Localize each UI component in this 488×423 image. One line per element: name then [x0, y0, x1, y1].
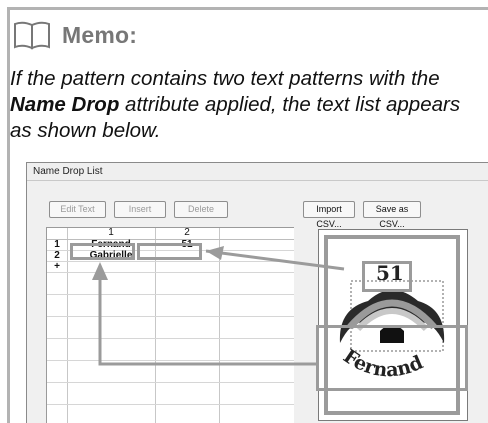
column-header-2[interactable]: 2	[155, 227, 219, 238]
add-row-marker[interactable]: +	[47, 261, 67, 272]
window-title: Name Drop List	[27, 163, 488, 181]
highlight-box-preview-name	[316, 325, 468, 391]
insert-button[interactable]: Insert	[114, 201, 166, 218]
memo-text-before: If the pattern contains two text pattern…	[10, 67, 440, 90]
memo-text-bold: Name Drop	[10, 93, 120, 116]
memo-header: Memo:	[12, 18, 137, 52]
open-book-icon	[14, 21, 50, 50]
save-as-csv-button[interactable]: Save as CSV...	[363, 201, 421, 229]
row-number[interactable]: 2	[47, 250, 67, 261]
edit-text-button[interactable]: Edit Text	[49, 201, 106, 218]
column-header-1[interactable]: 1	[67, 227, 155, 238]
delete-button[interactable]: Delete	[174, 201, 228, 218]
memo-text: If the pattern contains two text pattern…	[10, 66, 478, 144]
memo-title: Memo:	[62, 21, 138, 48]
row-number[interactable]: 1	[47, 239, 67, 250]
import-csv-button[interactable]: Import CSV...	[303, 201, 355, 229]
highlight-box-number-cell	[137, 243, 202, 260]
highlight-box-name-cell	[70, 243, 135, 260]
highlight-box-preview-number	[362, 261, 412, 292]
